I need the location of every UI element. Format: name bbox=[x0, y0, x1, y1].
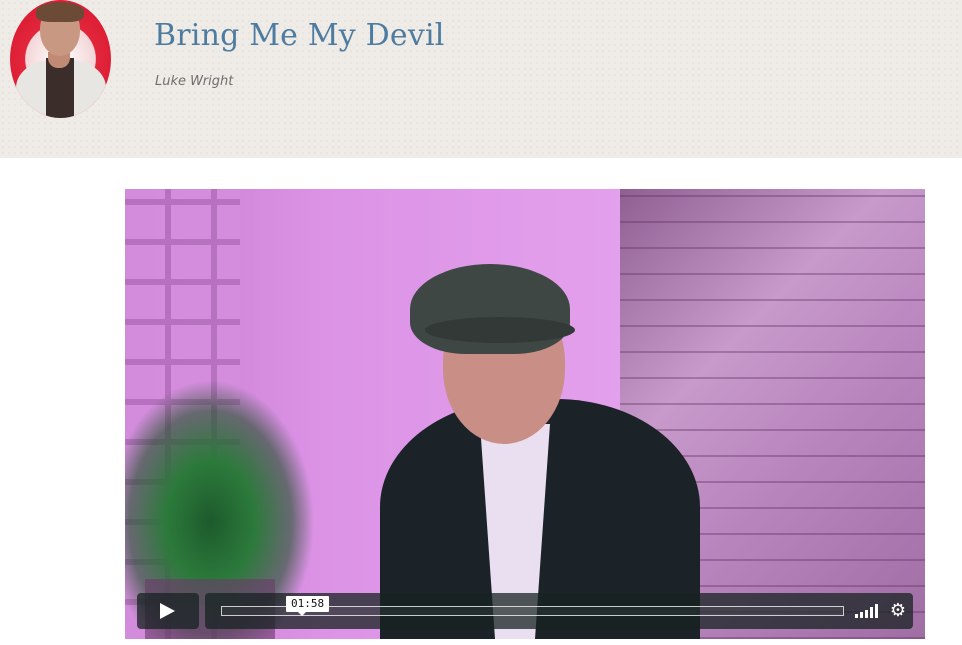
avatar-hair bbox=[36, 2, 84, 22]
volume-icon[interactable] bbox=[855, 604, 881, 618]
video-frame-cap-brim bbox=[425, 317, 575, 343]
video-controls: 01:58 ⚙ bbox=[137, 593, 913, 629]
play-icon bbox=[160, 603, 175, 619]
play-button[interactable] bbox=[137, 593, 199, 629]
video-player[interactable]: 01:58 ⚙ bbox=[125, 189, 925, 639]
current-time: 01:58 bbox=[286, 596, 330, 616]
progress-bar[interactable]: 01:58 bbox=[221, 596, 844, 616]
artist-avatar[interactable] bbox=[10, 0, 111, 118]
page-title: Bring Me My Devil bbox=[154, 18, 445, 53]
author-name[interactable]: Luke Wright bbox=[155, 74, 233, 89]
gear-icon[interactable]: ⚙ bbox=[888, 601, 908, 621]
page-header: Bring Me My Devil Luke Wright bbox=[0, 0, 962, 158]
controls-bar: 01:58 ⚙ bbox=[205, 593, 913, 629]
